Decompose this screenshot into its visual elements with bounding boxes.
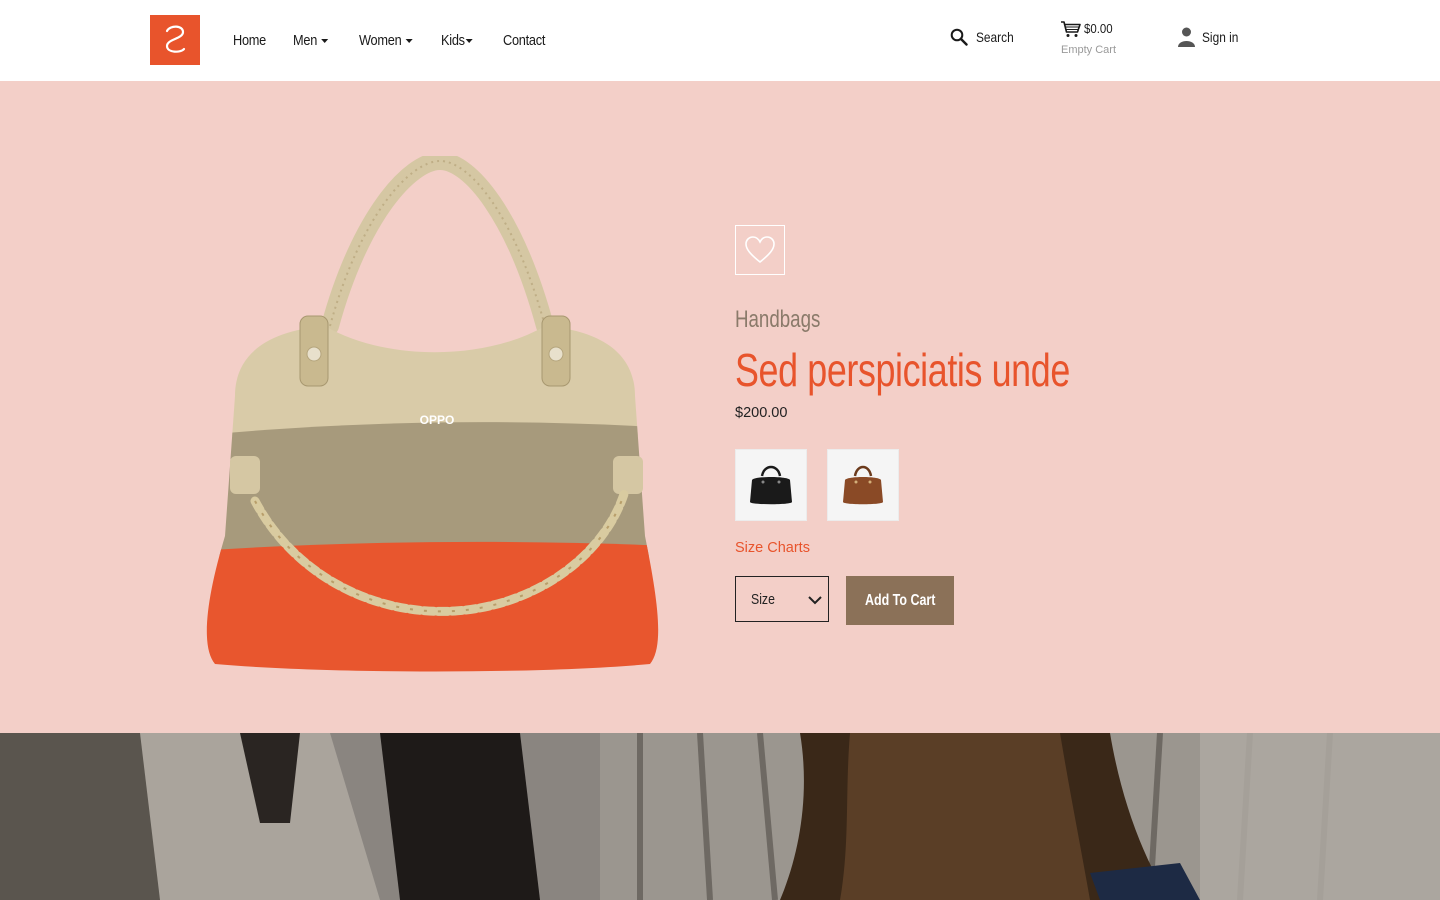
nav-women[interactable]: Women (359, 33, 431, 49)
search-button[interactable]: Search (950, 28, 1020, 46)
nav-home[interactable]: Home (233, 33, 286, 49)
site-logo[interactable] (150, 15, 200, 65)
nav-women-label: Women (359, 33, 402, 49)
main-nav: Home Men Women Kids Contact (233, 30, 551, 52)
heart-icon (745, 236, 775, 264)
cart-total: $0.00 (1084, 21, 1113, 36)
nav-kids[interactable]: Kids (441, 33, 496, 49)
nav-men[interactable]: Men (293, 33, 351, 49)
nav-home-label: Home (233, 33, 266, 49)
search-label: Search (976, 29, 1014, 45)
cart-status: Empty Cart (1061, 44, 1117, 56)
product-price: $200.00 (735, 405, 788, 421)
brown-handbag-thumbnail[interactable] (827, 449, 899, 521)
street-photo-image (0, 733, 1440, 900)
wishlist-button[interactable] (735, 225, 785, 275)
cart-icon (1061, 21, 1081, 37)
product-category: Handbags (735, 306, 821, 333)
nav-contact[interactable]: Contact (503, 33, 545, 49)
handbag-product-image: OPPO (206, 156, 659, 672)
site-header: Home Men Women Kids Contact Search $0.00… (0, 0, 1440, 81)
product-hero: OPPO Handbags Sed perspiciatis unde $200… (0, 81, 1440, 733)
size-select[interactable]: Size (735, 576, 829, 622)
size-select-value: Size (751, 591, 775, 608)
lifestyle-photo (0, 733, 1440, 900)
nav-men-label: Men (293, 33, 318, 49)
chevron-down-icon (808, 596, 822, 605)
cart-button[interactable]: $0.00 Empty Cart (1060, 18, 1140, 62)
chevron-down-icon (321, 39, 329, 43)
nav-kids-label: Kids (441, 33, 465, 49)
size-charts-link[interactable]: Size Charts (735, 540, 810, 556)
black-handbag-image (750, 465, 792, 505)
add-to-cart-button[interactable]: Add To Cart (846, 576, 954, 625)
sign-in-button[interactable]: Sign in (1178, 27, 1245, 47)
brown-handbag-image (843, 465, 883, 505)
chevron-down-icon (405, 39, 413, 43)
user-icon (1178, 27, 1195, 47)
chevron-down-icon (465, 39, 473, 43)
svg-text:OPPO: OPPO (420, 413, 455, 427)
product-title: Sed perspiciatis unde (735, 344, 1070, 396)
add-to-cart-label: Add To Cart (864, 591, 936, 609)
black-handbag-thumbnail[interactable] (735, 449, 807, 521)
search-icon (950, 28, 968, 46)
nav-contact-label: Contact (503, 33, 546, 49)
sign-in-label: Sign in (1202, 29, 1239, 45)
logo-mark-icon (165, 25, 186, 53)
